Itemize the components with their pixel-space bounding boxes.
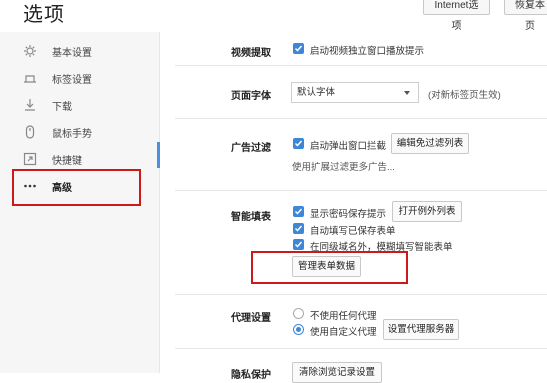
video-option-text: 启动视频独立窗口播放提示 [310, 46, 425, 57]
section-label-font: 页面字体 [231, 91, 271, 102]
mouse-icon [25, 125, 35, 139]
divider [175, 65, 547, 66]
sidebar-item-basic[interactable]: 基本设置 [0, 38, 160, 64]
password-prompt-checkbox[interactable] [293, 206, 304, 217]
proxy-option-text: 使用自定义代理 [310, 327, 377, 338]
divider [175, 294, 547, 295]
restore-page-button[interactable]: 恢复本页 [504, 0, 547, 32]
divider [175, 118, 547, 119]
font-select-value: 默认字体 [297, 87, 336, 98]
popup-block-text: 启动弹出窗口拦截 [310, 141, 387, 152]
divider [175, 348, 547, 349]
tab-icon [24, 75, 36, 83]
fuzzy-fill-checkbox[interactable] [293, 239, 304, 250]
sidebar-item-label: 标签设置 [52, 75, 92, 86]
sidebar-item-mouse-gesture[interactable]: 鼠标手势 [0, 119, 160, 145]
internet-options-button[interactable]: Internet选项 [423, 0, 490, 32]
popup-block-checkbox[interactable] [293, 138, 304, 149]
gear-icon [24, 45, 36, 57]
edit-whitelist-button[interactable]: 编辑免过滤列表 [391, 133, 469, 154]
active-indicator [157, 142, 160, 168]
section-label-ad: 广告过滤 [231, 143, 271, 154]
section-label-privacy: 隐私保护 [231, 370, 271, 381]
open-exception-list-button[interactable]: 打开例外列表 [392, 201, 462, 222]
ad-extension-link[interactable]: 使用扩展过滤更多广告... [292, 159, 395, 173]
chevron-down-icon [404, 91, 410, 95]
download-icon [25, 99, 35, 111]
custom-proxy-radio[interactable] [293, 324, 304, 335]
section-label-video: 视频提取 [231, 48, 271, 59]
video-checkbox[interactable] [293, 43, 304, 54]
sidebar-item-tabs[interactable]: 标签设置 [0, 65, 160, 91]
section-label-autofill: 智能填表 [231, 212, 271, 223]
shortcut-icon [23, 152, 37, 166]
sidebar-item-label: 下载 [52, 102, 72, 113]
autofill-option-text: 自动填写已保存表单 [310, 226, 396, 237]
highlight-box-manage [251, 251, 408, 284]
section-label-proxy: 代理设置 [231, 313, 271, 324]
no-proxy-radio[interactable] [293, 308, 304, 319]
autofill-saved-checkbox[interactable] [293, 223, 304, 234]
sidebar-item-label: 快捷键 [52, 156, 82, 167]
divider [175, 190, 547, 191]
font-note: (对新标签页生效) [428, 90, 501, 101]
page-title: 选项 [23, 4, 65, 26]
proxy-option-text: 不使用任何代理 [310, 311, 377, 322]
sidebar-item-download[interactable]: 下载 [0, 92, 160, 118]
font-select[interactable]: 默认字体 [291, 82, 419, 103]
autofill-option-text: 显示密码保存提示 [310, 209, 387, 220]
highlight-box-advanced [12, 169, 141, 206]
sidebar-item-label: 基本设置 [52, 48, 92, 59]
sidebar-item-label: 鼠标手势 [52, 129, 92, 140]
proxy-server-button[interactable]: 设置代理服务器 [383, 319, 459, 340]
